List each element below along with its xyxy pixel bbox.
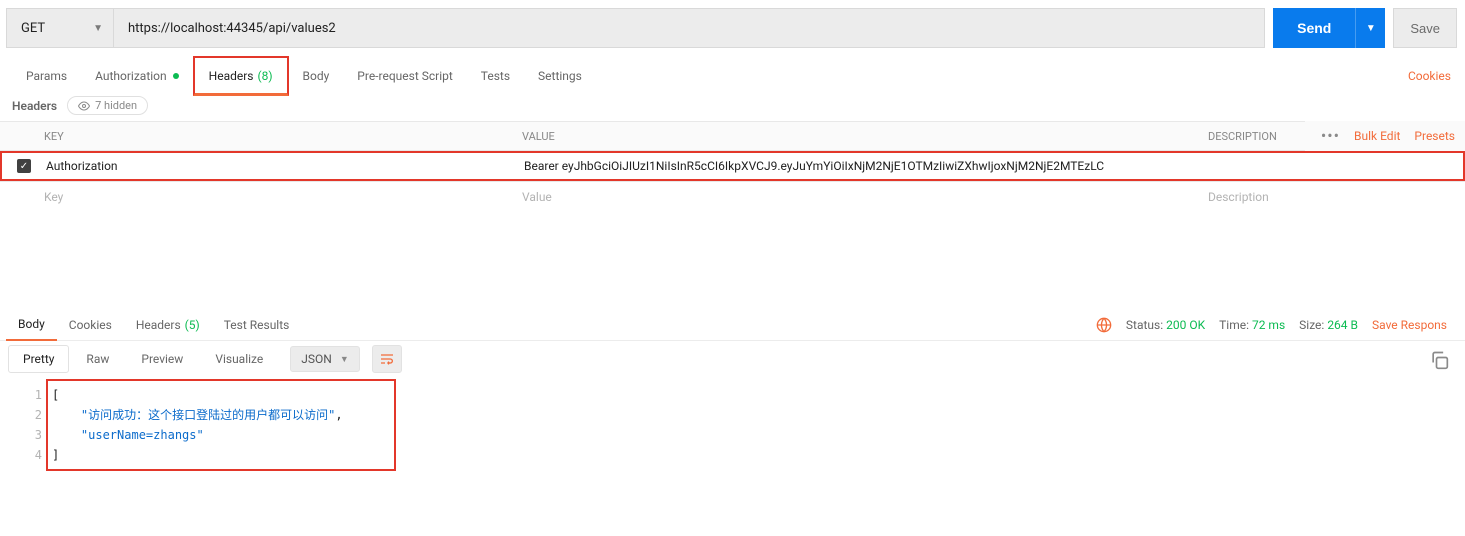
- chevron-down-icon: ▼: [93, 23, 103, 34]
- line-number: 4: [12, 445, 52, 465]
- save-button[interactable]: Save: [1393, 8, 1457, 48]
- chevron-down-icon: ▼: [340, 354, 349, 365]
- headers-table-header: KEY VALUE DESCRIPTION ••• Bulk Edit Pres…: [0, 121, 1465, 151]
- view-preview[interactable]: Preview: [126, 345, 198, 373]
- tab-prerequest[interactable]: Pre-request Script: [343, 56, 466, 96]
- view-pretty[interactable]: Pretty: [8, 345, 69, 373]
- wrap-icon: [379, 351, 395, 367]
- code-line: 4 ]: [48, 445, 394, 465]
- header-key-placeholder[interactable]: Key: [44, 190, 522, 204]
- headers-table: KEY VALUE DESCRIPTION ••• Bulk Edit Pres…: [0, 121, 1465, 211]
- active-dot-icon: [173, 73, 179, 79]
- headers-label: Headers: [12, 99, 57, 113]
- code-line: 3 "userName=zhangs": [48, 425, 394, 445]
- response-toolbar: Pretty Raw Preview Visualize JSON ▼: [0, 341, 1465, 373]
- line-number: 2: [12, 405, 52, 425]
- headers-subheader: Headers 7 hidden: [0, 96, 1465, 121]
- wrap-lines-button[interactable]: [372, 345, 402, 373]
- resp-tab-headers[interactable]: Headers (5): [124, 309, 212, 341]
- presets-link[interactable]: Presets: [1414, 129, 1455, 143]
- code-line: 2 "访问成功：这个接口登陆过的用户都可以访问",: [48, 405, 394, 425]
- response-meta: Status: 200 OK Time: 72 ms Size: 264 B S…: [1096, 317, 1457, 333]
- tab-params[interactable]: Params: [12, 56, 81, 96]
- header-value-cell[interactable]: Bearer eyJhbGciOiJIUzI1NiIsInR5cCI6IkpXV…: [524, 159, 1202, 173]
- time-label: Time: 72 ms: [1219, 318, 1285, 332]
- tab-headers[interactable]: Headers (8): [193, 56, 289, 96]
- bulk-edit-link[interactable]: Bulk Edit: [1354, 129, 1400, 143]
- http-method-dropdown[interactable]: GET ▼: [6, 8, 114, 48]
- header-value-placeholder[interactable]: Value: [522, 190, 1200, 204]
- hidden-headers-toggle[interactable]: 7 hidden: [67, 96, 148, 115]
- size-label: Size: 264 B: [1299, 318, 1358, 332]
- network-icon[interactable]: [1096, 317, 1112, 333]
- view-raw[interactable]: Raw: [71, 345, 124, 373]
- hidden-count-label: 7 hidden: [95, 99, 137, 112]
- http-method-value: GET: [21, 21, 45, 36]
- view-visualize[interactable]: Visualize: [200, 345, 278, 373]
- resp-tab-cookies[interactable]: Cookies: [57, 309, 124, 341]
- response-section: Body Cookies Headers (5) Test Results St…: [0, 309, 1465, 471]
- response-tabs: Body Cookies Headers (5) Test Results St…: [0, 309, 1465, 341]
- resp-tab-body[interactable]: Body: [6, 309, 57, 341]
- tab-body[interactable]: Body: [289, 56, 344, 96]
- header-row-authorization[interactable]: ✓ Authorization Bearer eyJhbGciOiJIUzI1N…: [0, 151, 1465, 181]
- response-body-highlight: 1 [ 2 "访问成功：这个接口登陆过的用户都可以访问", 3 "userNam…: [46, 379, 396, 471]
- status-label: Status: 200 OK: [1126, 318, 1205, 332]
- tab-authorization[interactable]: Authorization: [81, 56, 193, 96]
- column-key: KEY: [44, 130, 522, 143]
- tab-tests[interactable]: Tests: [467, 56, 524, 96]
- request-tabs: Params Authorization Headers (8) Body Pr…: [0, 56, 1465, 96]
- line-number: 1: [12, 385, 52, 405]
- row-checkbox[interactable]: ✓: [17, 159, 31, 173]
- language-dropdown[interactable]: JSON ▼: [290, 346, 359, 372]
- header-key-cell[interactable]: Authorization: [46, 159, 524, 173]
- copy-icon[interactable]: [1429, 350, 1449, 370]
- column-value: VALUE: [522, 130, 1200, 143]
- request-bar: GET ▼ https://localhost:44345/api/values…: [0, 0, 1465, 56]
- resp-tab-tests[interactable]: Test Results: [212, 309, 302, 341]
- url-input[interactable]: https://localhost:44345/api/values2: [114, 8, 1265, 48]
- save-response-link[interactable]: Save Respons: [1372, 318, 1447, 332]
- url-value: https://localhost:44345/api/values2: [128, 21, 336, 36]
- cookies-link[interactable]: Cookies: [1408, 69, 1457, 83]
- more-options-icon[interactable]: •••: [1321, 128, 1340, 144]
- tab-settings[interactable]: Settings: [524, 56, 596, 96]
- line-number: 3: [12, 425, 52, 445]
- header-desc-placeholder[interactable]: Description: [1200, 190, 1465, 204]
- chevron-down-icon: ▼: [1366, 23, 1376, 34]
- code-line: 1 [: [48, 385, 394, 405]
- send-button-group: Send ▼: [1273, 8, 1385, 48]
- eye-icon: [78, 100, 90, 112]
- response-body: 1 [ 2 "访问成功：这个接口登陆过的用户都可以访问", 3 "userNam…: [0, 373, 1465, 471]
- send-button[interactable]: Send: [1273, 8, 1355, 48]
- send-dropdown-button[interactable]: ▼: [1355, 8, 1385, 48]
- header-row-empty[interactable]: Key Value Description: [0, 181, 1465, 211]
